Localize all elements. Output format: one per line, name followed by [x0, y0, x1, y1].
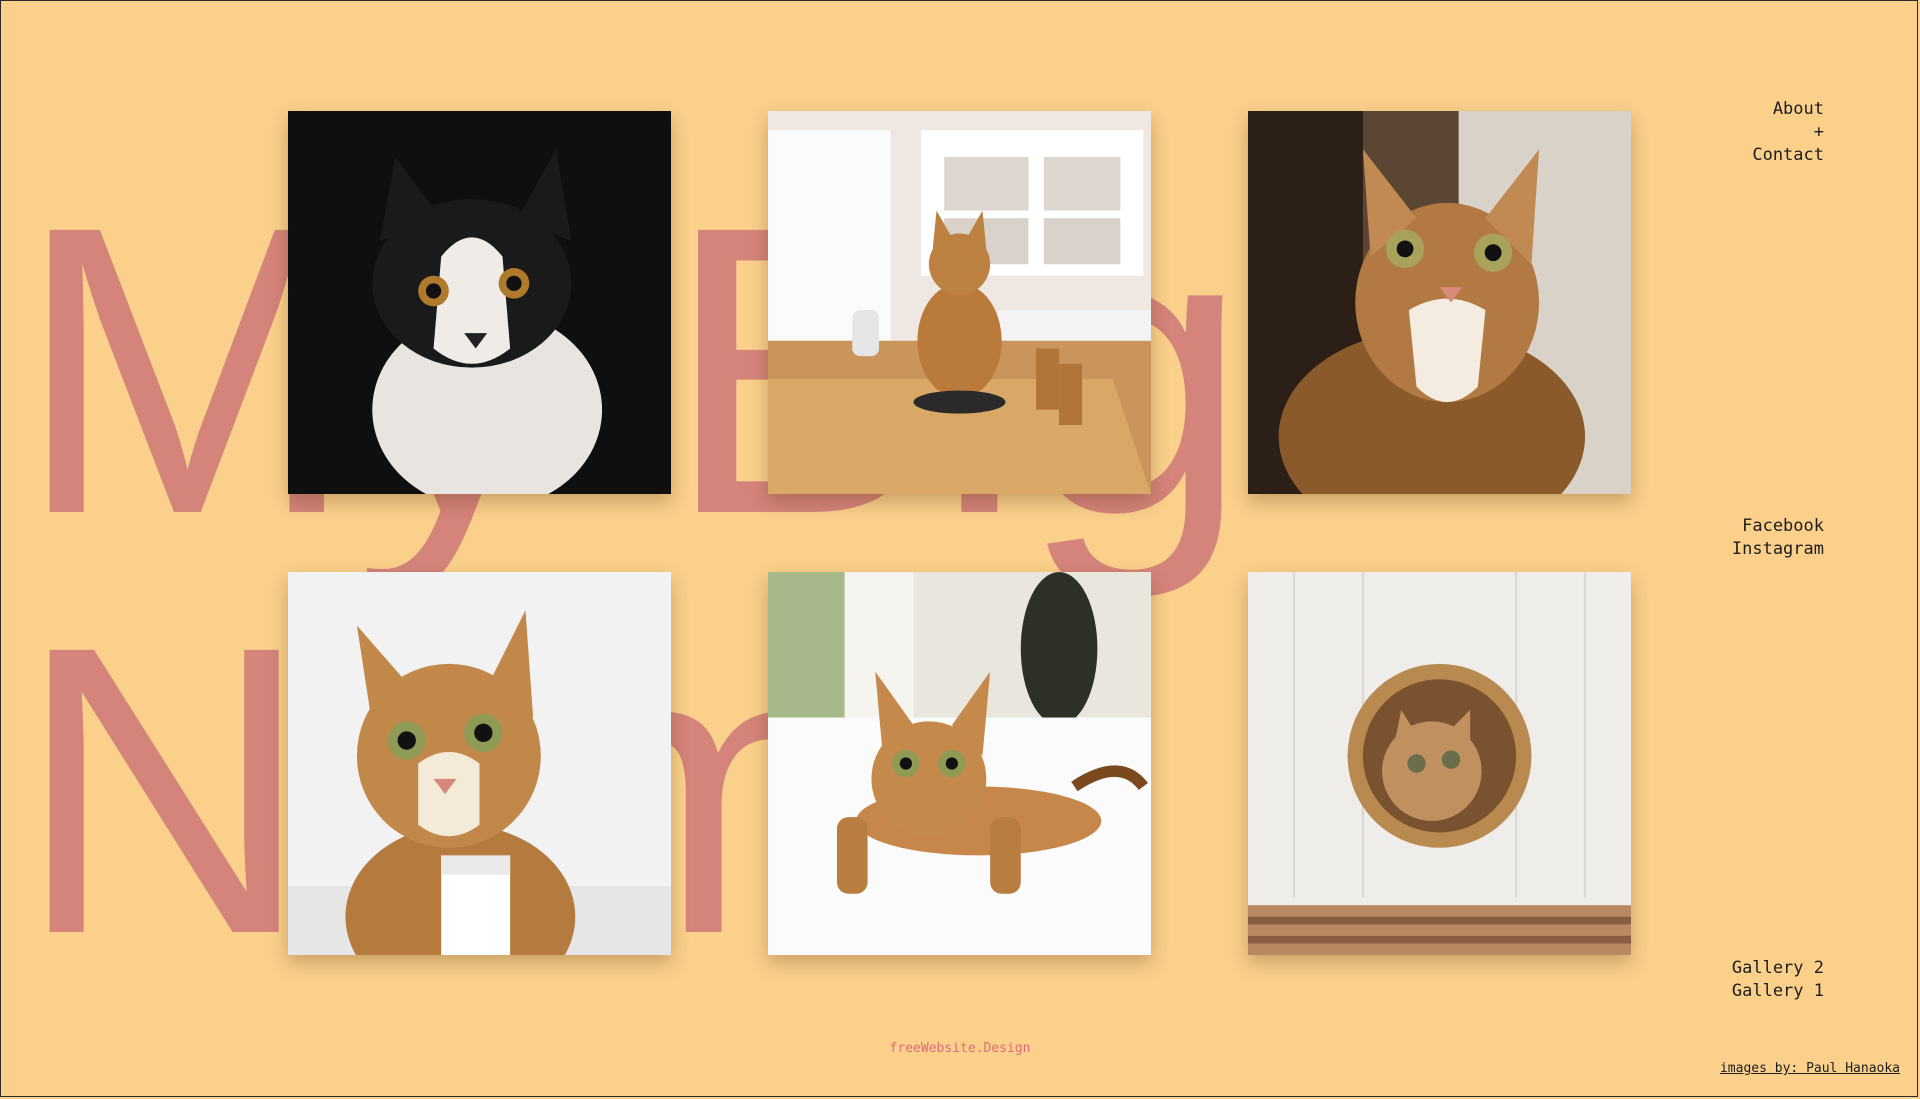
image-credits-link[interactable]: images by: Paul Hanaoka: [1720, 1061, 1900, 1076]
gallery-image-1[interactable]: [288, 111, 671, 494]
nav-about-link[interactable]: About: [1752, 98, 1824, 121]
nav-contact-link[interactable]: Contact: [1752, 144, 1824, 167]
nav-gallery-1-link[interactable]: Gallery 1: [1732, 980, 1824, 1003]
nav-gallery-2-link[interactable]: Gallery 2: [1732, 957, 1824, 980]
gallery-image-2[interactable]: [768, 111, 1151, 494]
gallery-image-5[interactable]: [768, 572, 1151, 955]
social-nav: Facebook Instagram: [1732, 515, 1824, 561]
nav-facebook-link[interactable]: Facebook: [1732, 515, 1824, 538]
nav-separator: +: [1813, 122, 1824, 142]
footer-brand-link[interactable]: freeWebsite.Design: [0, 1041, 1920, 1056]
top-nav: About + Contact: [1752, 98, 1824, 167]
gallery-image-4[interactable]: [288, 572, 671, 955]
gallery-image-3[interactable]: [1248, 111, 1631, 494]
gallery-image-6[interactable]: [1248, 572, 1631, 955]
gallery-nav: Gallery 2 Gallery 1: [1732, 957, 1824, 1003]
nav-instagram-link[interactable]: Instagram: [1732, 538, 1824, 561]
